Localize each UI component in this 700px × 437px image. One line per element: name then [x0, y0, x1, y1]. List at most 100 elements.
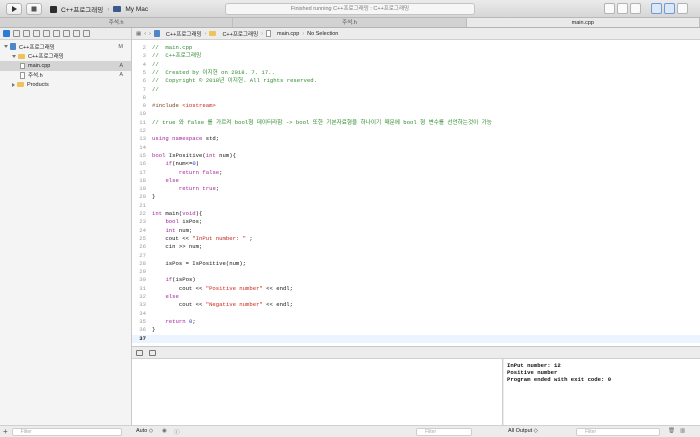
- code-line[interactable]: 20}: [132, 193, 700, 201]
- navigator-item[interactable]: C++프로그래밍 M: [0, 42, 131, 52]
- navigator-item[interactable]: C++프로그래밍: [0, 52, 131, 62]
- code-line[interactable]: 32 else: [132, 293, 700, 301]
- toggle-navigator-button[interactable]: [651, 3, 662, 14]
- code-line[interactable]: 13 using namespace std;: [132, 135, 700, 143]
- add-icon[interactable]: +: [3, 427, 8, 436]
- tab-header-2[interactable]: 주석.h: [233, 18, 467, 27]
- debug-navigator-icon[interactable]: [63, 30, 70, 37]
- jump-selection[interactable]: No Selection: [307, 31, 338, 37]
- code-line[interactable]: 11 // true 와 false 를 가르켜 bool형 데이터라함 -> b…: [132, 119, 700, 127]
- tab-main-cpp[interactable]: main.cpp: [466, 18, 700, 27]
- code-line[interactable]: 23 bool isPos;: [132, 218, 700, 226]
- code-line[interactable]: 19 return true;: [132, 185, 700, 193]
- navigator-footer: + Filter: [0, 425, 132, 437]
- code-line[interactable]: 35 return 0;: [132, 318, 700, 326]
- report-navigator-icon[interactable]: [83, 30, 90, 37]
- jump-file[interactable]: main.cpp: [277, 31, 299, 37]
- test-navigator-icon[interactable]: [53, 30, 60, 37]
- code-line[interactable]: 27: [132, 252, 700, 260]
- tab-header-1[interactable]: 주석.h: [0, 18, 234, 27]
- console-filter[interactable]: Filter: [576, 428, 660, 436]
- folder-navigator-icon[interactable]: [3, 30, 10, 37]
- console-output-select[interactable]: All Output ◇: [508, 428, 538, 434]
- code-line[interactable]: 2 // main.cpp: [132, 44, 700, 52]
- scheme-selector[interactable]: C++프로그래밍 › My Mac: [50, 4, 148, 14]
- code-line[interactable]: 28 isPos = IsPositive(num);: [132, 260, 700, 268]
- line-number: 7: [142, 85, 146, 93]
- navigator-filter-input[interactable]: Filter: [11, 427, 122, 436]
- navigator-item[interactable]: main.cpp A: [0, 61, 131, 71]
- code-text: if(isPos): [152, 276, 195, 284]
- navigator-item[interactable]: Products: [0, 80, 131, 90]
- run-button[interactable]: [6, 3, 22, 15]
- source-control-badge: A: [119, 62, 123, 69]
- variables-scope-label: Auto ◇: [136, 428, 154, 434]
- code-line[interactable]: 15 bool IsPositive(int num){: [132, 152, 700, 160]
- code-line[interactable]: 5 // Created by 이지헌 on 2018. 7. 17..: [132, 69, 700, 77]
- code-line[interactable]: 31 cout << "Positive number" << endl;: [132, 285, 700, 293]
- toggle-inspector-button[interactable]: [677, 3, 688, 14]
- variables-filter[interactable]: Filter: [416, 428, 472, 436]
- code-line[interactable]: 14: [132, 144, 700, 152]
- variables-view[interactable]: [132, 359, 503, 425]
- code-line[interactable]: 30 if(isPos): [132, 276, 700, 284]
- variables-filter-input[interactable]: Filter: [416, 428, 472, 436]
- breakpoint-navigator-icon[interactable]: [73, 30, 80, 37]
- line-number: 27: [139, 251, 146, 259]
- code-line[interactable]: 36}: [132, 326, 700, 334]
- jump-folder[interactable]: C++프로그래밍: [222, 30, 258, 38]
- disclosure-open-icon[interactable]: [12, 54, 16, 58]
- code-token: // C++프로그래밍: [152, 52, 202, 60]
- navigator-item[interactable]: 주석.h A: [0, 71, 131, 81]
- related-items-icon[interactable]: ▦: [136, 31, 141, 37]
- console-filter-input[interactable]: Filter: [576, 428, 660, 436]
- trash-icon[interactable]: 🗑: [668, 428, 675, 434]
- variables-scope-select[interactable]: Auto ◇: [136, 428, 153, 434]
- print-description-icon[interactable]: ⓘ: [174, 428, 180, 436]
- find-navigator-icon[interactable]: [33, 30, 40, 37]
- debug-bar: [132, 346, 700, 359]
- console-line: Program ended with exit code: 0: [507, 376, 612, 383]
- forward-icon[interactable]: ›: [149, 31, 151, 37]
- code-line[interactable]: 7 //: [132, 86, 700, 94]
- code-line[interactable]: 6 // Copyright © 2018년 이지헌. All rights re…: [132, 77, 700, 85]
- quick-look-icon[interactable]: ◉: [162, 428, 167, 434]
- code-line[interactable]: 4 //: [132, 61, 700, 69]
- jump-project[interactable]: C++프로그래밍: [166, 30, 202, 38]
- hide-debug-area-icon[interactable]: [136, 349, 143, 356]
- assistant-editor-button[interactable]: [617, 3, 628, 14]
- source-editor[interactable]: 2 // main.cpp 3 // C++프로그래밍 4 // 5 // Created b…: [132, 40, 700, 346]
- code-line[interactable]: 17 return false;: [132, 169, 700, 177]
- disclosure-closed-icon[interactable]: [12, 82, 15, 87]
- code-line[interactable]: 9 #include <iostream>: [132, 102, 700, 110]
- code-line[interactable]: 21: [132, 202, 700, 210]
- code-line[interactable]: 18 else: [132, 177, 700, 185]
- code-line[interactable]: 22 int main(void){: [132, 210, 700, 218]
- source-control-icon[interactable]: [13, 30, 20, 37]
- code-line[interactable]: 12: [132, 127, 700, 135]
- version-editor-button[interactable]: [630, 3, 641, 14]
- code-line[interactable]: 10: [132, 110, 700, 118]
- symbol-navigator-icon[interactable]: [23, 30, 30, 37]
- code-line[interactable]: 26 cin >> num;: [132, 243, 700, 251]
- code-line[interactable]: 25 cout << "InPut number: " ;: [132, 235, 700, 243]
- code-line[interactable]: 24 int num;: [132, 227, 700, 235]
- code-line[interactable]: 34: [132, 310, 700, 318]
- code-line[interactable]: 8: [132, 94, 700, 102]
- split-console-icon[interactable]: ▥: [680, 428, 685, 434]
- standard-editor-button[interactable]: [604, 3, 615, 14]
- code-line[interactable]: 29: [132, 268, 700, 276]
- console-output[interactable]: InPut number: 12 Positive number Program e…: [504, 359, 700, 425]
- stop-button[interactable]: [26, 3, 42, 15]
- code-line[interactable]: 37: [132, 334, 700, 343]
- code-line[interactable]: 3 // C++프로그래밍: [132, 52, 700, 60]
- breakpoints-toggle-icon[interactable]: [149, 349, 156, 356]
- back-icon[interactable]: ‹: [144, 31, 146, 37]
- toggle-debug-area-button[interactable]: [664, 3, 675, 14]
- disclosure-open-icon[interactable]: [4, 45, 8, 49]
- issue-navigator-icon[interactable]: [43, 30, 50, 37]
- code-line[interactable]: 33 cout << "Negative number" << endl;: [132, 301, 700, 309]
- code-token: ){: [195, 210, 203, 217]
- code-line[interactable]: 16 if(num<=0): [132, 160, 700, 168]
- code-token: isPos = IsPositive(num);: [152, 259, 246, 267]
